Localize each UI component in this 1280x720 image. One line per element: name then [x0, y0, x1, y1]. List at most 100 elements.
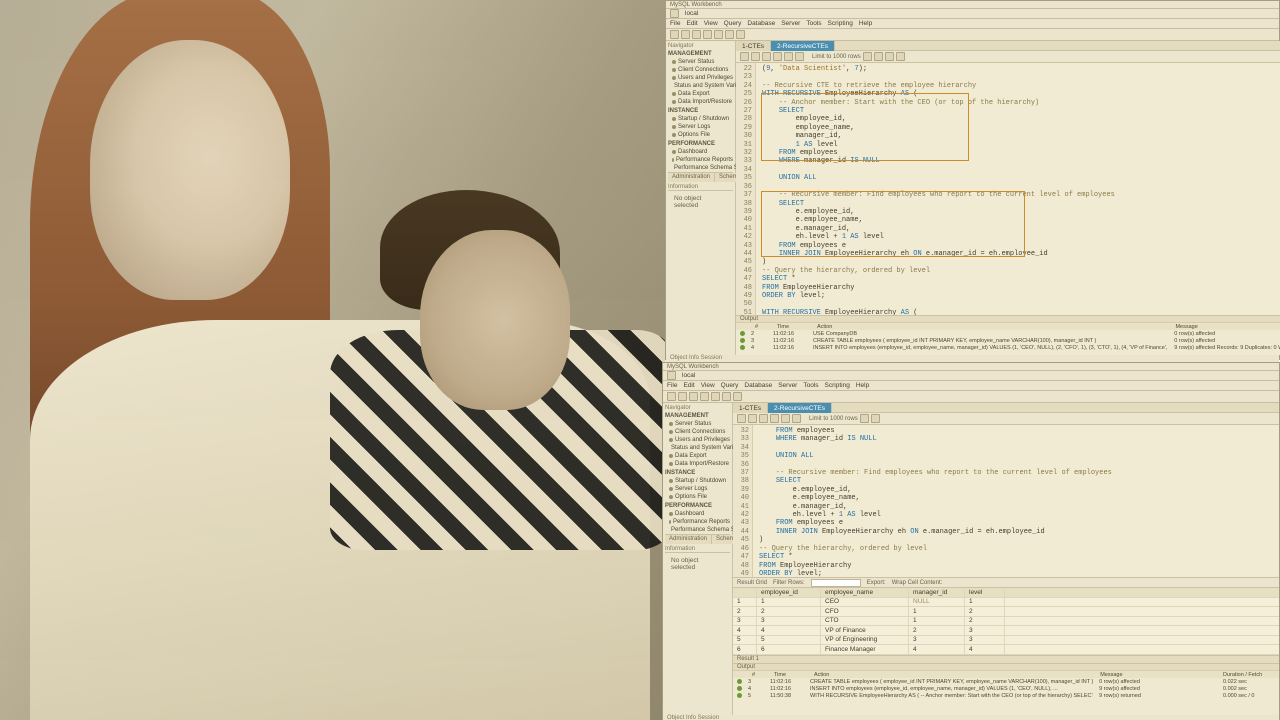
table-cell: CTO	[821, 617, 909, 626]
sql-editor[interactable]: 323334353637383940414243444546474849 FRO…	[733, 425, 1279, 577]
navigator-item[interactable]: Server Status	[668, 58, 733, 66]
navigator-item[interactable]: Users and Privileges	[665, 436, 730, 444]
tab-recursive-ctes[interactable]: 2-RecursiveCTEs	[771, 41, 835, 51]
instance-header: INSTANCE	[665, 470, 730, 476]
sql-source[interactable]: (9, 'Data Scientist', 7); -- Recursive C…	[756, 63, 1280, 315]
limit-rows-label[interactable]: Limit to 1000 rows	[812, 54, 861, 60]
sql-source[interactable]: FROM employees WHERE manager_id IS NULL …	[753, 425, 1279, 577]
navigator-item[interactable]: Dashboard	[665, 510, 730, 518]
table-row[interactable]: 33CTO12	[733, 617, 1279, 627]
find-icon[interactable]	[874, 52, 883, 61]
navigator-item[interactable]: Server Logs	[665, 485, 730, 493]
save-icon[interactable]	[751, 52, 760, 61]
table-row[interactable]: 66Finance Manager44	[733, 645, 1279, 655]
stop-icon[interactable]	[792, 414, 801, 423]
execute-current-icon[interactable]	[773, 52, 782, 61]
navigator-item[interactable]: Dashboard	[668, 148, 733, 156]
main-menu[interactable]: FileEditView QueryDatabaseServer ToolsSc…	[666, 19, 1279, 29]
result-tab[interactable]: Result 1	[733, 655, 1279, 663]
navigator-item[interactable]: Data Export	[668, 90, 733, 98]
navigator-item[interactable]: Server Status	[665, 420, 730, 428]
explain-icon[interactable]	[781, 414, 790, 423]
table-row[interactable]: 44VP of Finance23	[733, 626, 1279, 636]
navigator-item[interactable]: Data Export	[665, 452, 730, 460]
navigator-item[interactable]: Performance Schema Setup	[665, 526, 730, 534]
toolbar-icon[interactable]	[725, 30, 734, 39]
toolbar-icon[interactable]	[700, 392, 709, 401]
tab-recursive-ctes[interactable]: 2-RecursiveCTEs	[768, 403, 832, 413]
navigator-item[interactable]: Client Connections	[665, 428, 730, 436]
navigator-tabs[interactable]: AdministrationSchemas	[668, 172, 733, 182]
editor-toolbar[interactable]: Limit to 1000 rows	[736, 51, 1280, 63]
main-toolbar[interactable]	[666, 29, 1279, 41]
tab-ctes[interactable]: 1-CTEs	[733, 403, 768, 413]
execute-current-icon[interactable]	[770, 414, 779, 423]
navigator-item[interactable]: Client Connections	[668, 66, 733, 74]
navigator-item[interactable]: Status and System Variables	[668, 82, 733, 90]
save-icon[interactable]	[748, 414, 757, 423]
navigator-tabs[interactable]: AdministrationSchemas	[665, 534, 730, 544]
navigator-item[interactable]: Options File	[668, 131, 733, 139]
table-row[interactable]: 22CFO12	[733, 607, 1279, 617]
toolbar-icon[interactable]	[703, 30, 712, 39]
home-icon[interactable]	[667, 371, 676, 380]
navigator-item[interactable]: Options File	[665, 493, 730, 501]
editor-toolbar[interactable]: Limit to 1000 rows	[733, 413, 1279, 425]
bullet-icon	[669, 512, 673, 516]
execute-icon[interactable]	[762, 52, 771, 61]
table-row[interactable]: 55VP of Engineering33	[733, 636, 1279, 646]
open-icon[interactable]	[740, 52, 749, 61]
invisible-icon[interactable]	[885, 52, 894, 61]
table-cell: 3	[757, 617, 821, 626]
home-icon[interactable]	[670, 9, 679, 18]
navigator-item-label: Data Import/Restore	[678, 98, 732, 106]
limit-rows-label[interactable]: Limit to 1000 rows	[809, 416, 858, 422]
table-cell: 1	[757, 598, 821, 607]
filter-rows-input[interactable]	[811, 579, 861, 587]
editor-tabs[interactable]: 1-CTEs 2-RecursiveCTEs	[736, 41, 1280, 51]
editor-tabs[interactable]: 1-CTEs 2-RecursiveCTEs	[733, 403, 1279, 413]
window-title: MySQL Workbench	[663, 363, 1279, 371]
navigator-item[interactable]: Performance Schema Setup	[668, 164, 733, 172]
table-row[interactable]: 11CEONULL1	[733, 598, 1279, 608]
toolbar-icon[interactable]	[736, 30, 745, 39]
toolbar-icon[interactable]	[689, 392, 698, 401]
navigator-item[interactable]: Data Import/Restore	[668, 98, 733, 106]
open-sql-icon[interactable]	[681, 30, 690, 39]
find-icon[interactable]	[871, 414, 880, 423]
result-toolbar[interactable]: Result Grid Filter Rows: Export: Wrap Ce…	[733, 578, 1279, 588]
explain-icon[interactable]	[784, 52, 793, 61]
open-icon[interactable]	[737, 414, 746, 423]
table-cell: 4	[965, 645, 1005, 654]
tab-ctes[interactable]: 1-CTEs	[736, 41, 771, 51]
beautify-icon[interactable]	[863, 52, 872, 61]
navigator-item[interactable]: Status and System Variables	[665, 444, 730, 452]
execute-icon[interactable]	[759, 414, 768, 423]
toolbar-icon[interactable]	[711, 392, 720, 401]
toolbar-icon[interactable]	[733, 392, 742, 401]
toolbar-icon[interactable]	[714, 30, 723, 39]
navigator-item[interactable]: Startup / Shutdown	[665, 477, 730, 485]
toolbar-icon[interactable]	[692, 30, 701, 39]
navigator-item[interactable]: Startup / Shutdown	[668, 115, 733, 123]
main-menu[interactable]: FileEditView QueryDatabaseServer ToolsSc…	[663, 381, 1279, 391]
new-sql-icon[interactable]	[670, 30, 679, 39]
toolbar-icon[interactable]	[678, 392, 687, 401]
main-toolbar[interactable]	[663, 391, 1279, 403]
navigator-item[interactable]: Performance Reports	[665, 518, 730, 526]
navigator-item-label: Users and Privileges	[678, 74, 733, 82]
wrap-icon[interactable]	[896, 52, 905, 61]
navigator-item[interactable]: Data Import/Restore	[665, 460, 730, 468]
editor-area: 1-CTEs 2-RecursiveCTEs Limit to 1000 row…	[733, 403, 1279, 715]
navigator-item[interactable]: Performance Reports	[668, 156, 733, 164]
toolbar-icon[interactable]	[667, 392, 676, 401]
navigator-item-label: Data Export	[678, 90, 710, 98]
sql-editor[interactable]: 2223242526272829303132333435363738394041…	[736, 63, 1280, 315]
result-grid[interactable]: employee_id employee_name manager_id lev…	[733, 588, 1279, 655]
bullet-icon	[669, 430, 673, 434]
navigator-item[interactable]: Users and Privileges	[668, 74, 733, 82]
toolbar-icon[interactable]	[722, 392, 731, 401]
navigator-item[interactable]: Server Logs	[668, 123, 733, 131]
stop-icon[interactable]	[795, 52, 804, 61]
beautify-icon[interactable]	[860, 414, 869, 423]
